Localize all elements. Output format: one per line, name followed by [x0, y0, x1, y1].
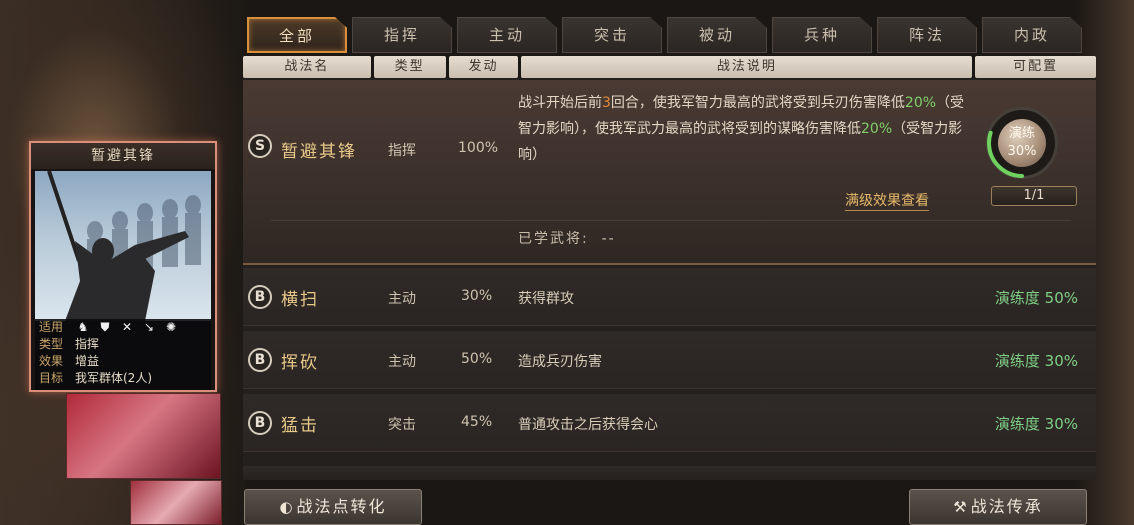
skill-row[interactable]: B 挥砍 主动 50% 造成兵刃伤害 演练度 30% — [243, 331, 1096, 389]
skill-row[interactable]: B 猛击 突击 45% 普通攻击之后获得会心 演练度 30% — [243, 394, 1096, 452]
convert-points-button[interactable]: ◐ 战法点转化 — [244, 489, 422, 525]
preview-title: 暂避其锋 — [31, 143, 215, 169]
tab-all[interactable]: 全部 — [247, 17, 347, 53]
bow-icon: ✕ — [121, 320, 133, 334]
coin-icon: ◐ — [279, 498, 295, 516]
effect-row: 效果 增益 — [39, 354, 100, 368]
grade-badge: B — [248, 348, 272, 372]
skill-name: 暂避其锋 — [281, 142, 357, 162]
hammer-icon: ⚒ — [953, 498, 969, 516]
full-effect-link[interactable]: 满级效果查看 — [845, 190, 929, 211]
tab-formation[interactable]: 阵法 — [877, 17, 977, 53]
skill-rate: 30% — [461, 288, 493, 304]
skill-description: 获得群攻 — [518, 291, 574, 307]
practice-label: 演练 — [1008, 126, 1035, 141]
shield-icon: ⛊ — [100, 320, 110, 334]
practice-value: 30% — [1007, 144, 1037, 159]
practice-degree: 演练度 30% — [994, 352, 1078, 370]
skill-type: 主动 — [388, 354, 416, 370]
skill-type: 指挥 — [388, 143, 416, 159]
preview-illustration — [35, 170, 211, 321]
column-type: 类型 — [373, 56, 446, 78]
skill-description: 战斗开始后前3回合，使我军智力最高的武将受到兵刃伤害降低20%（受智力影响），使… — [518, 95, 965, 163]
skill-name: 猛击 — [281, 416, 319, 436]
practice-ring: 演练 30% — [986, 107, 1058, 179]
skill-rate: 45% — [461, 414, 493, 430]
grade-badge: B — [248, 411, 272, 435]
tab-assault[interactable]: 突击 — [562, 17, 662, 53]
config-count: 1/1 — [991, 186, 1077, 206]
column-name: 战法名 — [243, 56, 371, 78]
tab-passive[interactable]: 被动 — [667, 17, 767, 53]
inherit-skill-button[interactable]: ⚒ 战法传承 — [909, 489, 1087, 525]
skill-name: 挥砍 — [281, 353, 319, 373]
skill-name: 横扫 — [281, 290, 319, 310]
tab-internal[interactable]: 内政 — [982, 17, 1082, 53]
skill-type: 突击 — [388, 417, 416, 433]
skill-type: 主动 — [388, 291, 416, 307]
target-row: 目标 我军群体(2人) — [39, 371, 152, 385]
preview-info: 适用 ♞ ⛊ ✕ ↘ ✺ 类型 指挥 效果 增益 目标 我军群体(2人) — [35, 319, 211, 390]
practice-degree: 演练度 50% — [994, 289, 1078, 307]
column-header: 战法名 类型 发动 战法说明 可配置 — [243, 56, 1096, 78]
column-desc: 战法说明 — [521, 56, 973, 78]
grade-badge: B — [248, 285, 272, 309]
grade-badge: S — [248, 134, 272, 158]
skill-preview-card: 暂避其锋 适用 ♞ ⛊ ✕ ↘ ✺ 类型 指挥 效果 增益 目标 我军群体(2人… — [29, 141, 217, 392]
learned-generals: 已学武将: -- — [518, 231, 616, 247]
column-rate: 发动 — [448, 56, 519, 78]
practice-degree: 演练度 30% — [994, 415, 1078, 433]
skill-rate: 50% — [461, 351, 493, 367]
arms-row: 适用 ♞ ⛊ ✕ ↘ ✺ — [35, 319, 211, 336]
tab-troop[interactable]: 兵种 — [772, 17, 872, 53]
type-row: 类型 指挥 — [39, 337, 100, 351]
tab-active[interactable]: 主动 — [457, 17, 557, 53]
skill-row-partial[interactable] — [243, 466, 1096, 480]
skill-row[interactable]: B 横扫 主动 30% 获得群攻 演练度 50% — [243, 268, 1096, 326]
skill-description: 造成兵刃伤害 — [518, 354, 602, 370]
cavalry-icon: ♞ — [77, 320, 89, 334]
tab-command[interactable]: 指挥 — [352, 17, 452, 53]
skill-rate: 100% — [458, 140, 499, 156]
card-thumbnail[interactable] — [66, 393, 221, 479]
divider — [271, 220, 1071, 221]
skill-description: 普通攻击之后获得会心 — [518, 417, 658, 433]
column-config: 可配置 — [975, 56, 1096, 78]
siege-icon: ✺ — [165, 320, 177, 334]
category-tabs: 全部 指挥 主动 突击 被动 兵种 阵法 内政 — [247, 17, 1082, 53]
warrior-illustration — [47, 170, 201, 321]
card-thumbnail[interactable] — [130, 480, 222, 525]
selected-skill-row[interactable]: S 暂避其锋 指挥 100% 战斗开始后前3回合，使我军智力最高的武将受到兵刃伤… — [243, 80, 1096, 265]
arms-icons: ♞ ⛊ ✕ ↘ ✺ — [75, 319, 179, 336]
practice-ring-core: 演练 30% — [998, 119, 1046, 167]
spear-icon: ↘ — [143, 320, 155, 334]
